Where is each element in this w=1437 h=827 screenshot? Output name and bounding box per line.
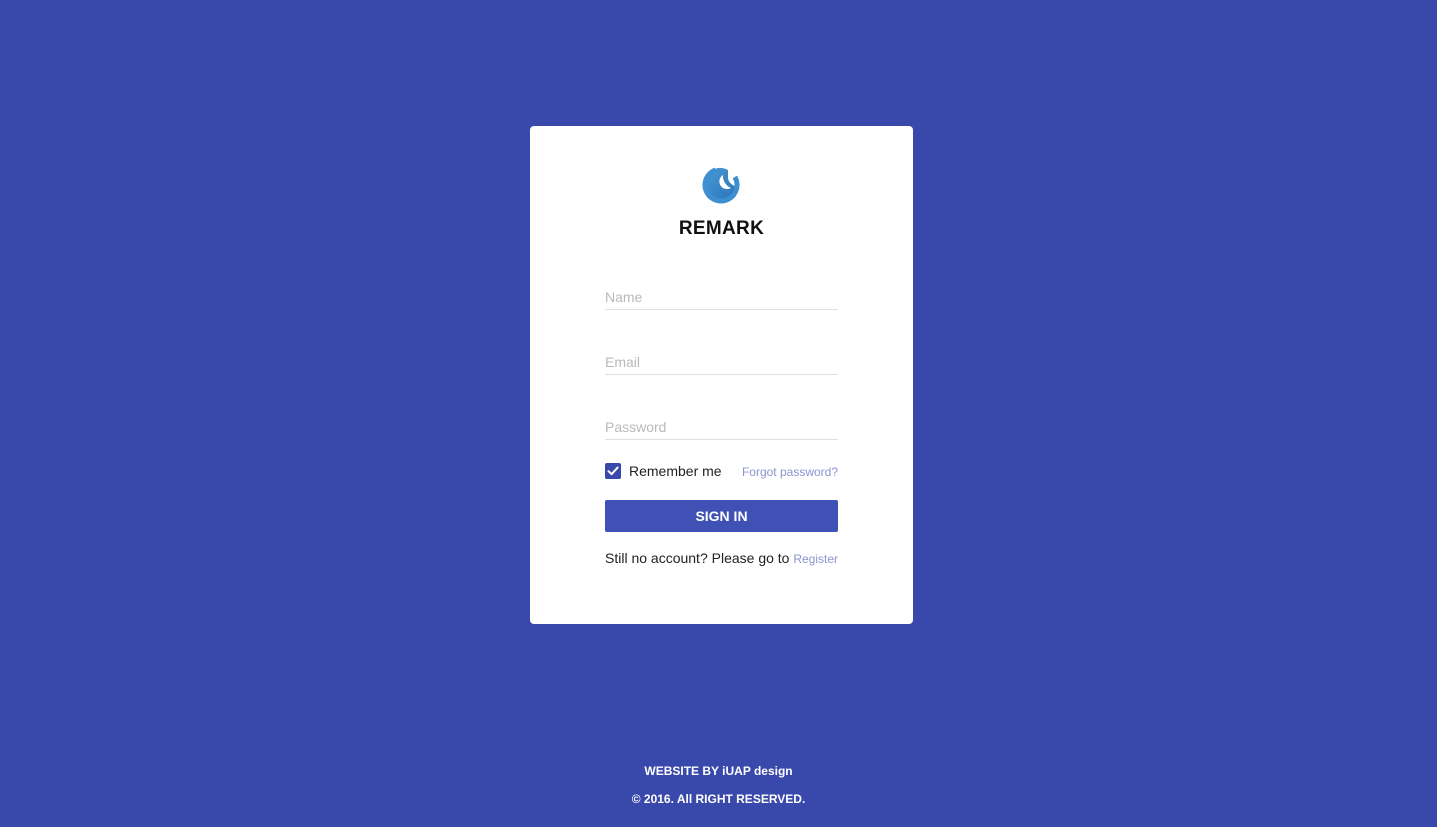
remember-me-checkbox[interactable]: Remember me <box>605 462 722 479</box>
register-link[interactable]: Register <box>793 552 838 566</box>
crescent-moon-logo-icon <box>701 164 741 204</box>
email-input[interactable] <box>605 350 838 375</box>
register-prompt-text: Still no account? Please go to <box>605 550 794 566</box>
register-prompt: Still no account? Please go to Register <box>605 550 838 566</box>
brand-name: REMARK <box>678 218 765 239</box>
checkbox-checked-icon[interactable] <box>605 462 621 479</box>
sign-in-button[interactable]: SIGN IN <box>605 500 838 532</box>
login-card: REMARK Remember me Forgot password? SIGN… <box>530 126 913 624</box>
password-input[interactable] <box>605 415 838 440</box>
forgot-password-link[interactable]: Forgot password? <box>742 465 838 479</box>
remember-me-label: Remember me <box>629 462 722 479</box>
name-input[interactable] <box>605 285 838 310</box>
footer-credit: WEBSITE BY iUAP design <box>644 764 793 778</box>
footer-copyright: © 2016. All RIGHT RESERVED. <box>631 792 806 806</box>
